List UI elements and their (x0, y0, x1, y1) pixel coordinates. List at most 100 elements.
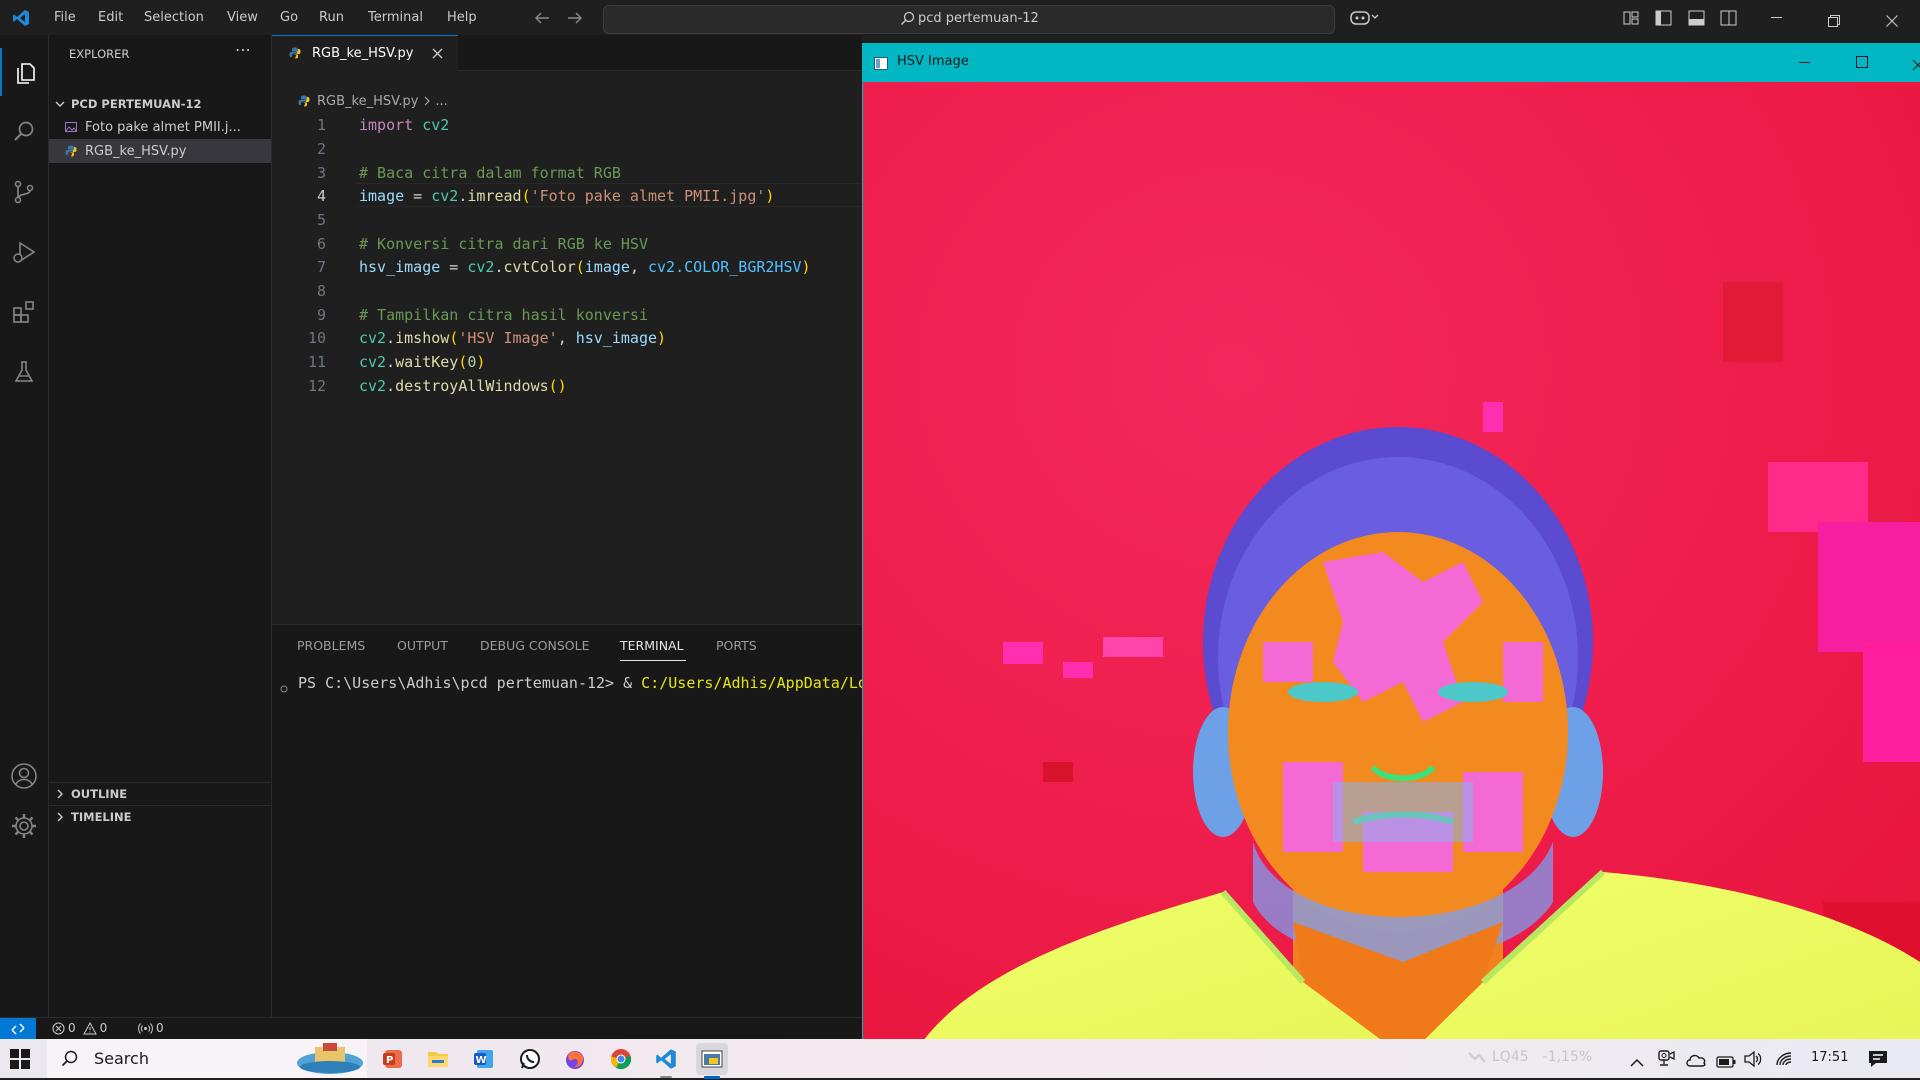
windows-start-icon[interactable] (10, 1049, 30, 1073)
chrome-icon[interactable] (605, 1043, 637, 1075)
toggle-primary-sidebar-icon[interactable] (1655, 10, 1672, 30)
tab-debug-console[interactable]: DEBUG CONSOLE (480, 638, 589, 653)
code-comment: # Tampilkan citra hasil konversi (359, 306, 648, 324)
problems-indicator[interactable]: 0 0 (52, 1021, 107, 1035)
notifications-icon[interactable] (1868, 1050, 1888, 1072)
python-file-icon (289, 47, 301, 63)
menu-file[interactable]: File (54, 10, 76, 25)
menu-terminal[interactable]: Terminal (368, 10, 423, 25)
run-debug-icon[interactable] (0, 228, 48, 276)
tab-terminal[interactable]: TERMINAL (620, 638, 684, 653)
code-comment: # Konversi citra dari RGB ke HSV (359, 235, 648, 253)
ports-indicator[interactable]: 0 (138, 1021, 164, 1035)
editor-tabs: RGB_ke_HSV.py (272, 35, 862, 71)
testing-flask-icon[interactable] (0, 348, 48, 396)
copilot-icon[interactable] (1350, 8, 1380, 30)
chevron-right-icon (55, 789, 69, 799)
python-window-icon[interactable] (696, 1043, 728, 1079)
window-close-icon[interactable] (1912, 56, 1920, 75)
terminal-output[interactable]: PS C:\Users\Adhis\pcd pertemuan-12> & C:… (272, 669, 862, 1009)
clock-time[interactable]: 17:51 (1811, 1050, 1848, 1065)
toggle-panel-icon[interactable] (1688, 10, 1705, 30)
remote-indicator[interactable] (0, 1018, 36, 1040)
function-token: destroyAllWindows (395, 377, 549, 395)
taskbar-search-label: Search (94, 1049, 149, 1068)
account-icon[interactable] (0, 752, 48, 800)
hsv-image-window[interactable]: HSV Image (862, 43, 1920, 1041)
image-file-icon (65, 121, 83, 133)
separator-token: , (629, 258, 648, 276)
minimize-window-icon[interactable] (1771, 17, 1782, 18)
outline-section[interactable]: OUTLINE (49, 782, 271, 805)
window-minimize-icon[interactable] (1799, 62, 1810, 63)
module-token: cv2 (422, 116, 450, 134)
search-icon (61, 1050, 78, 1071)
close-tab-icon[interactable] (432, 48, 443, 63)
window-maximize-icon[interactable] (1856, 56, 1868, 68)
customize-layout-icon[interactable] (1623, 10, 1639, 30)
title-bar: File Edit Selection View Go Run Terminal… (0, 0, 1920, 35)
battery-icon[interactable] (1716, 1053, 1736, 1072)
onedrive-cloud-icon[interactable] (1685, 1052, 1707, 1071)
source-control-icon[interactable] (0, 168, 48, 216)
word-icon[interactable]: W (468, 1043, 500, 1075)
close-window-icon[interactable] (1886, 12, 1898, 31)
breadcrumb-symbol[interactable]: ... (435, 94, 447, 109)
menu-go[interactable]: Go (280, 10, 298, 25)
powerpoint-icon[interactable]: P (377, 1043, 409, 1075)
folder-header[interactable]: PCD PERTEMUAN-12 (49, 92, 271, 116)
menu-edit[interactable]: Edit (98, 10, 123, 25)
search-icon (900, 11, 915, 30)
restore-window-icon[interactable] (1828, 12, 1840, 31)
tab-ports[interactable]: PORTS (716, 638, 757, 653)
variable-token: image (584, 258, 630, 276)
volume-icon[interactable] (1744, 1050, 1762, 1071)
explorer-icon[interactable] (0, 48, 50, 96)
more-actions-icon[interactable]: ⋯ (235, 40, 251, 59)
search-icon[interactable] (0, 108, 48, 156)
menu-run[interactable]: Run (319, 10, 344, 25)
menu-selection[interactable]: Selection (144, 10, 204, 25)
stock-widget[interactable]: LQ45 -1,15% (1468, 1049, 1592, 1065)
stock-trend-icon (1468, 1052, 1486, 1063)
whatsapp-icon[interactable] (514, 1043, 546, 1075)
variable-token: hsv_image (359, 258, 441, 276)
code-editor[interactable]: 1 2 3 4 5 6 7 8 9 10 11 12 import cv2 # … (272, 113, 862, 623)
search-highlight-icon (295, 1041, 365, 1080)
menu-view[interactable]: View (227, 10, 258, 25)
back-arrow-icon[interactable] (534, 10, 550, 29)
taskbar-search-box[interactable]: Search (47, 1039, 367, 1078)
tab-rgb-ke-hsv[interactable]: RGB_ke_HSV.py (272, 35, 458, 71)
file-explorer-icon[interactable] (422, 1043, 454, 1075)
file-item-python[interactable]: RGB_ke_HSV.py (49, 139, 271, 163)
module-token: cv2 (467, 258, 495, 276)
forward-arrow-icon[interactable] (567, 10, 583, 29)
separator-token: , (557, 329, 576, 347)
settings-gear-icon[interactable] (0, 802, 48, 850)
vscode-taskbar-icon[interactable] (650, 1043, 682, 1078)
file-item-image[interactable]: Foto pake almet PMII.j... (49, 115, 271, 139)
timeline-section[interactable]: TIMELINE (49, 805, 271, 828)
command-decoration-icon (280, 678, 288, 697)
show-hidden-icons-chevron-up-icon[interactable] (1630, 1053, 1644, 1072)
breadcrumb-file[interactable]: RGB_ke_HSV.py (317, 94, 418, 109)
extensions-icon[interactable] (0, 288, 48, 336)
operator-token: = (404, 187, 432, 205)
toggle-secondary-sidebar-icon[interactable] (1720, 10, 1737, 30)
line-number: 10 (307, 329, 326, 347)
code-line: cv2.imshow('HSV Image', hsv_image) (359, 329, 667, 347)
wifi-icon[interactable] (1775, 1051, 1793, 1071)
menu-help[interactable]: Help (447, 10, 477, 25)
command-center-search[interactable]: pcd pertemuan-12 (603, 5, 1335, 34)
ports-count: 0 (156, 1021, 164, 1035)
line-number: 11 (307, 353, 326, 371)
camera-usage-icon[interactable] (1657, 1050, 1675, 1071)
tab-problems[interactable]: PROBLEMS (297, 638, 365, 653)
constant-token: cv2.COLOR_BGR2HSV (648, 258, 802, 276)
remote-icon (11, 1023, 25, 1035)
string-token: 'HSV Image' (458, 329, 558, 347)
firefox-icon[interactable] (559, 1043, 591, 1075)
tab-output[interactable]: OUTPUT (397, 638, 448, 653)
code-line: image = cv2.imread('Foto pake almet PMII… (359, 187, 775, 205)
line-number: 12 (307, 377, 326, 395)
